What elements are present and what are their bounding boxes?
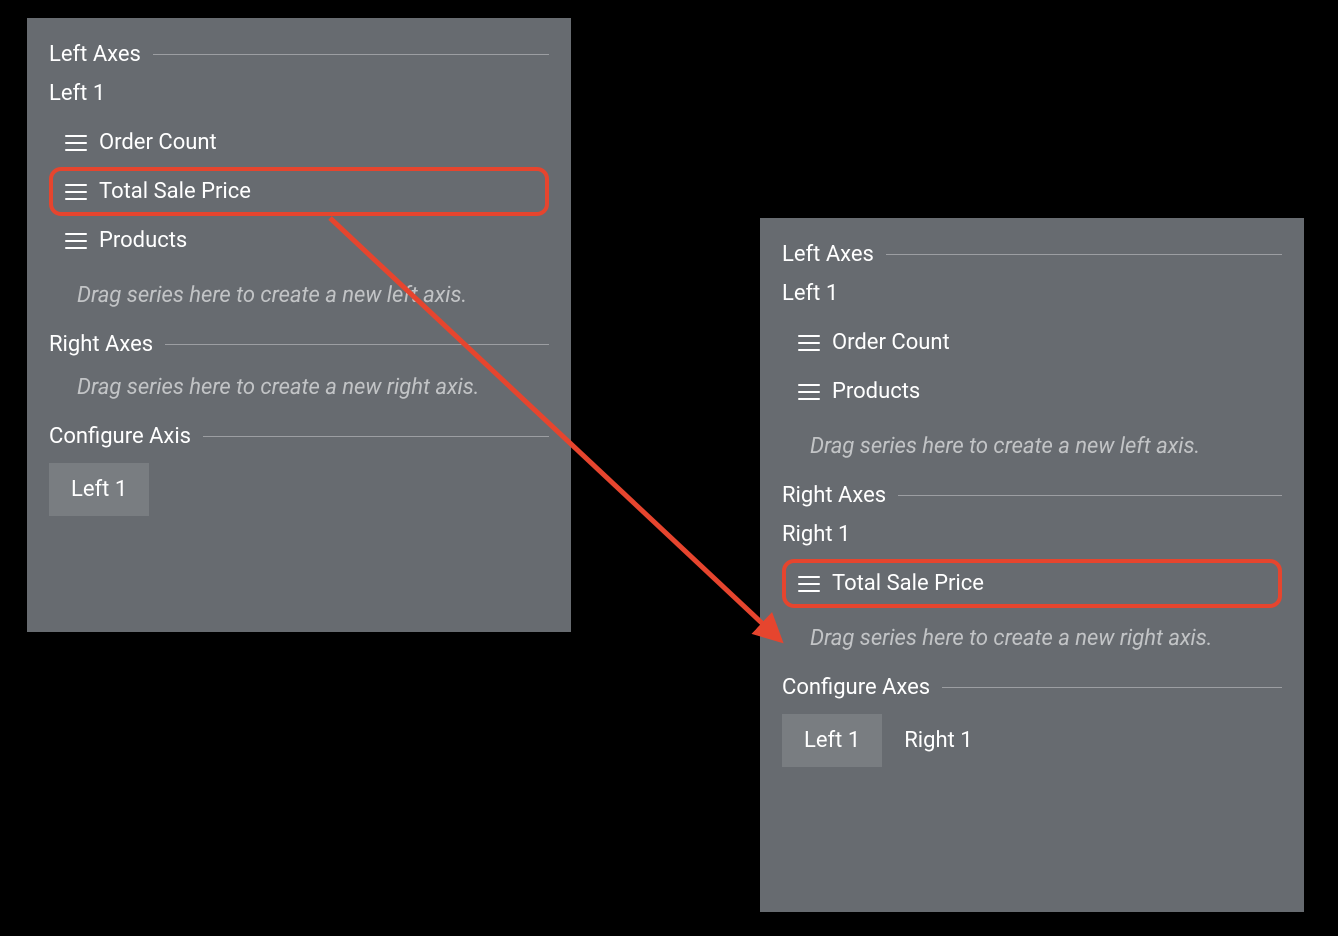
configure-axes-section: Configure Axes Left 1 Right 1	[782, 675, 1282, 767]
series-order-count[interactable]: Order Count	[782, 318, 1282, 367]
right-axes-title: Right Axes	[49, 332, 153, 357]
left-axes-drop-hint: Drag series here to create a new left ax…	[810, 434, 1282, 459]
tab-left-1[interactable]: Left 1	[49, 463, 149, 516]
series-label: Products	[99, 228, 187, 253]
left-axes-title: Left Axes	[49, 42, 141, 67]
right-axis-name: Right 1	[782, 522, 1282, 547]
header-rule	[165, 344, 549, 345]
tab-right-1[interactable]: Right 1	[882, 714, 994, 767]
right-axes-section: Right Axes Drag series here to create a …	[49, 332, 549, 400]
left-axes-drop-hint: Drag series here to create a new left ax…	[77, 283, 549, 308]
section-header: Right Axes	[49, 332, 549, 357]
axes-panel-after: Left Axes Left 1 Order Count Products Dr…	[760, 218, 1304, 912]
section-header: Left Axes	[49, 42, 549, 67]
drag-handle-icon[interactable]	[798, 576, 820, 592]
right-axes-title: Right Axes	[782, 483, 886, 508]
header-rule	[942, 687, 1282, 688]
section-header: Right Axes	[782, 483, 1282, 508]
header-rule	[203, 436, 549, 437]
drag-handle-icon[interactable]	[798, 384, 820, 400]
configure-tabs: Left 1 Right 1	[782, 714, 1282, 767]
right-axes-section: Right Axes Right 1 Total Sale Price Drag…	[782, 483, 1282, 651]
series-total-sale-price[interactable]: Total Sale Price	[782, 559, 1282, 608]
series-label: Total Sale Price	[832, 571, 984, 596]
configure-axis-title: Configure Axis	[49, 424, 191, 449]
series-label: Order Count	[99, 130, 217, 155]
section-header: Configure Axis	[49, 424, 549, 449]
drag-handle-icon[interactable]	[65, 135, 87, 151]
left-axes-section: Left Axes Left 1 Order Count Products Dr…	[782, 242, 1282, 459]
tab-left-1[interactable]: Left 1	[782, 714, 882, 767]
section-header: Configure Axes	[782, 675, 1282, 700]
right-axes-drop-hint: Drag series here to create a new right a…	[810, 626, 1282, 651]
series-label: Products	[832, 379, 920, 404]
series-label: Total Sale Price	[99, 179, 251, 204]
configure-axes-title: Configure Axes	[782, 675, 930, 700]
header-rule	[886, 254, 1282, 255]
series-total-sale-price[interactable]: Total Sale Price	[49, 167, 549, 216]
right-axes-drop-hint: Drag series here to create a new right a…	[77, 375, 549, 400]
axes-panel-before: Left Axes Left 1 Order Count Total Sale …	[27, 18, 571, 632]
left-axes-title: Left Axes	[782, 242, 874, 267]
drag-handle-icon[interactable]	[65, 233, 87, 249]
series-products[interactable]: Products	[782, 367, 1282, 416]
configure-axis-section: Configure Axis Left 1	[49, 424, 549, 516]
left-axis-name: Left 1	[49, 81, 549, 106]
header-rule	[153, 54, 549, 55]
series-label: Order Count	[832, 330, 950, 355]
configure-tabs: Left 1	[49, 463, 549, 516]
drag-handle-icon[interactable]	[65, 184, 87, 200]
header-rule	[898, 495, 1282, 496]
section-header: Left Axes	[782, 242, 1282, 267]
drag-handle-icon[interactable]	[798, 335, 820, 351]
series-products[interactable]: Products	[49, 216, 549, 265]
series-order-count[interactable]: Order Count	[49, 118, 549, 167]
left-axis-name: Left 1	[782, 281, 1282, 306]
left-axes-section: Left Axes Left 1 Order Count Total Sale …	[49, 42, 549, 308]
